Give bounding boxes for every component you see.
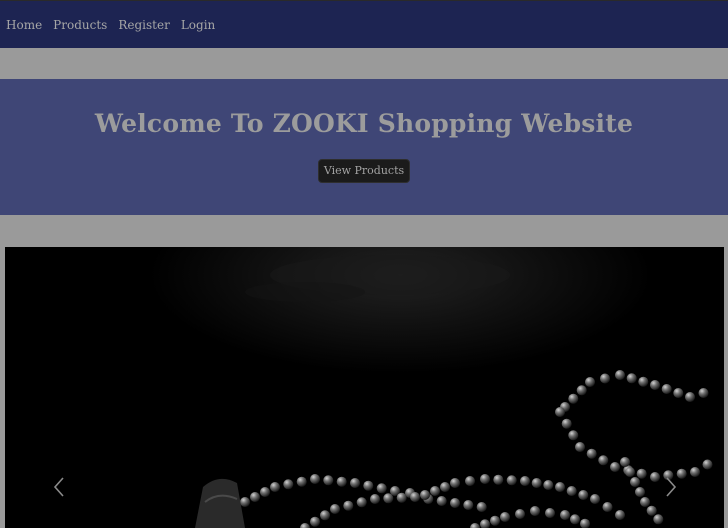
necklace-bead — [578, 490, 589, 500]
necklace-bead — [610, 462, 620, 472]
necklace-bead — [480, 474, 490, 484]
necklace-bead — [336, 476, 347, 487]
necklace-bead — [575, 442, 585, 452]
view-products-button[interactable]: View Products — [318, 159, 410, 183]
necklace-bead — [260, 487, 270, 497]
image-carousel[interactable] — [5, 247, 724, 528]
necklace-bead — [620, 457, 630, 467]
necklace-bead — [615, 510, 625, 520]
necklace-bead — [520, 476, 530, 486]
necklace-bead — [638, 376, 649, 387]
necklace-bead — [615, 370, 625, 380]
necklace-bead — [585, 377, 595, 387]
necklace-bead — [463, 500, 474, 510]
necklace-bead — [343, 500, 354, 511]
necklace-bead — [646, 505, 657, 516]
necklace-bead — [363, 480, 374, 491]
necklace-bead — [500, 512, 510, 522]
necklace-bead — [635, 487, 645, 497]
carousel-prev-icon[interactable] — [50, 475, 70, 499]
necklace-bead — [636, 468, 647, 479]
necklace-bead — [698, 388, 709, 398]
necklace-bead — [283, 479, 294, 490]
necklace-bead — [555, 407, 565, 417]
necklace-bead — [410, 492, 420, 502]
necklace-bead — [490, 515, 500, 526]
nav-link-login[interactable]: Login — [181, 18, 215, 32]
necklace-bead — [370, 494, 380, 504]
necklace-bead — [350, 478, 360, 488]
necklace-bead — [650, 380, 660, 390]
necklace-bead — [430, 486, 440, 496]
necklace-bead — [625, 467, 635, 477]
necklace-bead — [590, 494, 600, 504]
necklace-bead — [493, 474, 504, 485]
necklace-bead — [626, 373, 637, 384]
necklace-bead — [465, 476, 475, 486]
necklace-bead — [568, 430, 579, 441]
necklace-bead — [250, 492, 260, 502]
necklace-bead — [568, 393, 579, 404]
necklace-bead — [586, 448, 597, 459]
necklace-bead — [506, 475, 517, 486]
necklace-bead — [310, 516, 320, 527]
necklace-bead — [598, 455, 609, 466]
necklace-bead — [685, 392, 695, 402]
necklace-bead — [653, 514, 664, 525]
necklace-bead — [450, 498, 460, 508]
necklace-bead — [530, 506, 540, 516]
necklace-bead — [240, 497, 250, 507]
necklace-bead — [630, 477, 640, 487]
necklace-bead — [602, 502, 613, 512]
necklace-bead — [531, 478, 542, 488]
nav-link-home[interactable]: Home — [6, 18, 42, 32]
necklace-bead — [396, 492, 407, 503]
necklace-bead — [330, 504, 340, 514]
necklace-bead — [476, 502, 487, 512]
necklace-bead — [600, 373, 610, 384]
top-navbar: Home Products Register Login — [0, 0, 728, 48]
necklace-bead — [555, 482, 565, 492]
necklace-bead — [440, 482, 450, 492]
necklace-bead — [376, 483, 387, 494]
hero-title: Welcome To ZOOKI Shopping Website — [94, 109, 634, 138]
necklace-bead — [640, 497, 650, 507]
necklace-bead — [323, 475, 334, 486]
nav-link-register[interactable]: Register — [118, 18, 169, 32]
necklace-bead — [576, 385, 587, 396]
necklace-bead — [436, 496, 447, 506]
carousel-slide-image — [5, 247, 724, 528]
necklace-bead — [543, 480, 554, 490]
carousel-next-icon[interactable] — [660, 475, 680, 499]
necklace-bead — [560, 510, 570, 520]
page: Home Products Register Login Welcome To … — [0, 0, 728, 528]
necklace-bead — [270, 482, 280, 492]
necklace-bead — [673, 388, 684, 398]
necklace-bead — [566, 486, 577, 496]
necklace-bead — [515, 509, 525, 519]
necklace-bead — [420, 490, 430, 500]
necklace-bead — [356, 497, 367, 508]
necklace-bead — [690, 467, 700, 477]
necklace-bead — [650, 472, 660, 482]
necklace-bead — [310, 474, 320, 484]
hero-banner: Welcome To ZOOKI Shopping Website View P… — [0, 79, 728, 215]
necklace-bead — [561, 418, 572, 429]
necklace-bead — [702, 459, 713, 470]
necklace-bead — [320, 510, 330, 521]
necklace-bead — [383, 493, 394, 504]
necklace-bead — [661, 384, 672, 394]
necklace-bead — [570, 514, 580, 525]
necklace-bead — [545, 508, 555, 518]
nav-link-products[interactable]: Products — [53, 18, 107, 32]
necklace-bead — [296, 476, 307, 487]
necklace-bead — [450, 478, 460, 488]
